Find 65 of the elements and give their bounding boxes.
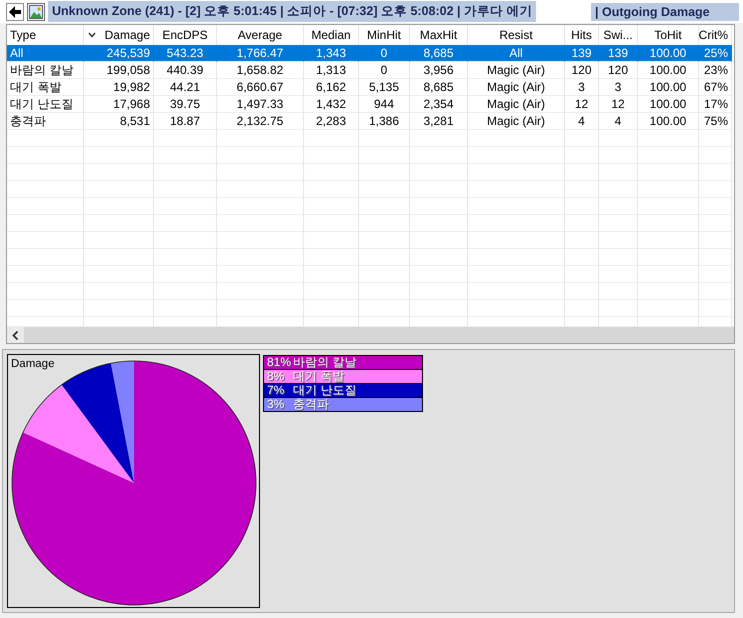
table-cell: 100.00: [638, 79, 699, 96]
table-cell: 6,660.67: [217, 79, 304, 96]
scroll-left-button[interactable]: [7, 327, 24, 343]
picture-icon[interactable]: [27, 2, 45, 20]
back-button[interactable]: [6, 2, 24, 20]
table-cell: 3,956: [410, 62, 468, 79]
table-cell: 5,135: [359, 79, 410, 96]
chevron-left-icon: [12, 330, 19, 340]
legend-item: 7% 대기 난도질: [264, 384, 422, 398]
table-cell: 543.23: [154, 45, 217, 62]
table-cell: 944: [359, 96, 410, 113]
table-cell: 대기 난도질: [7, 96, 84, 113]
table-cell: 8,685: [410, 45, 468, 62]
zone-title: Unknown Zone (241) - [2] 오후 5:01:45 | 소피아 - [07:32] 오후 5:08:02 | 가루다 에기: [48, 1, 536, 22]
sort-descending-icon: [88, 32, 96, 38]
table-cell: 199,058: [84, 62, 154, 79]
table-row[interactable]: 대기 난도질 17,968 39.75 1,497.33 1,432 944 2,354 Magic (Air) 12 12 100.00 17%: [7, 96, 734, 113]
table-cell: 1,497.33: [217, 96, 304, 113]
table-cell: 3: [565, 79, 599, 96]
table-cell: 100.00: [638, 45, 699, 62]
table-cell: 1,766.47: [217, 45, 304, 62]
table-cell: 17%: [699, 96, 732, 113]
table-cell: 1,658.82: [217, 62, 304, 79]
legend-item: 3% 충격파: [264, 398, 422, 411]
table-cell: 440.39: [154, 62, 217, 79]
table-cell: 100.00: [638, 62, 699, 79]
table-cell: 1,343: [304, 45, 359, 62]
table-cell: 바람의 칼날: [7, 62, 84, 79]
legend-item: 8% 대기 폭발: [264, 370, 422, 384]
table-cell: Magic (Air): [468, 62, 565, 79]
table-cell: Magic (Air): [468, 96, 565, 113]
table-cell: 6,162: [304, 79, 359, 96]
table-cell: Magic (Air): [468, 79, 565, 96]
table-row[interactable]: 바람의 칼날 199,058 440.39 1,658.82 1,313 0 3,956 Magic (Air) 120 120 100.00 23%: [7, 62, 734, 79]
table-cell: 0: [359, 62, 410, 79]
table-cell: 44.21: [154, 79, 217, 96]
table-cell: 245,539: [84, 45, 154, 62]
legend-item: 81% 바람의 칼날: [264, 356, 422, 370]
table-cell: 2,354: [410, 96, 468, 113]
table-cell: All: [7, 45, 84, 62]
table-cell: 8,685: [410, 79, 468, 96]
table-cell: 25%: [699, 45, 732, 62]
table-cell: 12: [565, 96, 599, 113]
table-cell: 120: [599, 62, 638, 79]
table-cell: 139: [565, 45, 599, 62]
table-cell: 67%: [699, 79, 732, 96]
table-cell: 139: [599, 45, 638, 62]
horizontal-scrollbar[interactable]: [7, 326, 734, 343]
table-cell: 39.75: [154, 96, 217, 113]
selected-table-row[interactable]: All 245,539 543.23 1,766.47 1,343 0 8,685 All 139 139 100.00 25%: [7, 45, 734, 62]
table-cell: 19,982: [84, 79, 154, 96]
table-cell: 23%: [699, 62, 732, 79]
table-row[interactable]: 대기 폭발 19,982 44.21 6,660.67 6,162 5,135 8,685 Magic (Air) 3 3 100.00 67%: [7, 79, 734, 96]
table-cell: 3: [599, 79, 638, 96]
table-cell: 17,968: [84, 96, 154, 113]
table-cell: 대기 폭발: [7, 79, 84, 96]
chart-title: Damage: [11, 358, 54, 370]
table-cell: All: [468, 45, 565, 62]
table-cell: 1,313: [304, 62, 359, 79]
table-cell: 1,432: [304, 96, 359, 113]
table-cell: 12: [599, 96, 638, 113]
table-cell: 100.00: [638, 96, 699, 113]
view-title: | Outgoing Damage: [591, 2, 739, 20]
table-cell: 120: [565, 62, 599, 79]
table-cell: 0: [359, 45, 410, 62]
